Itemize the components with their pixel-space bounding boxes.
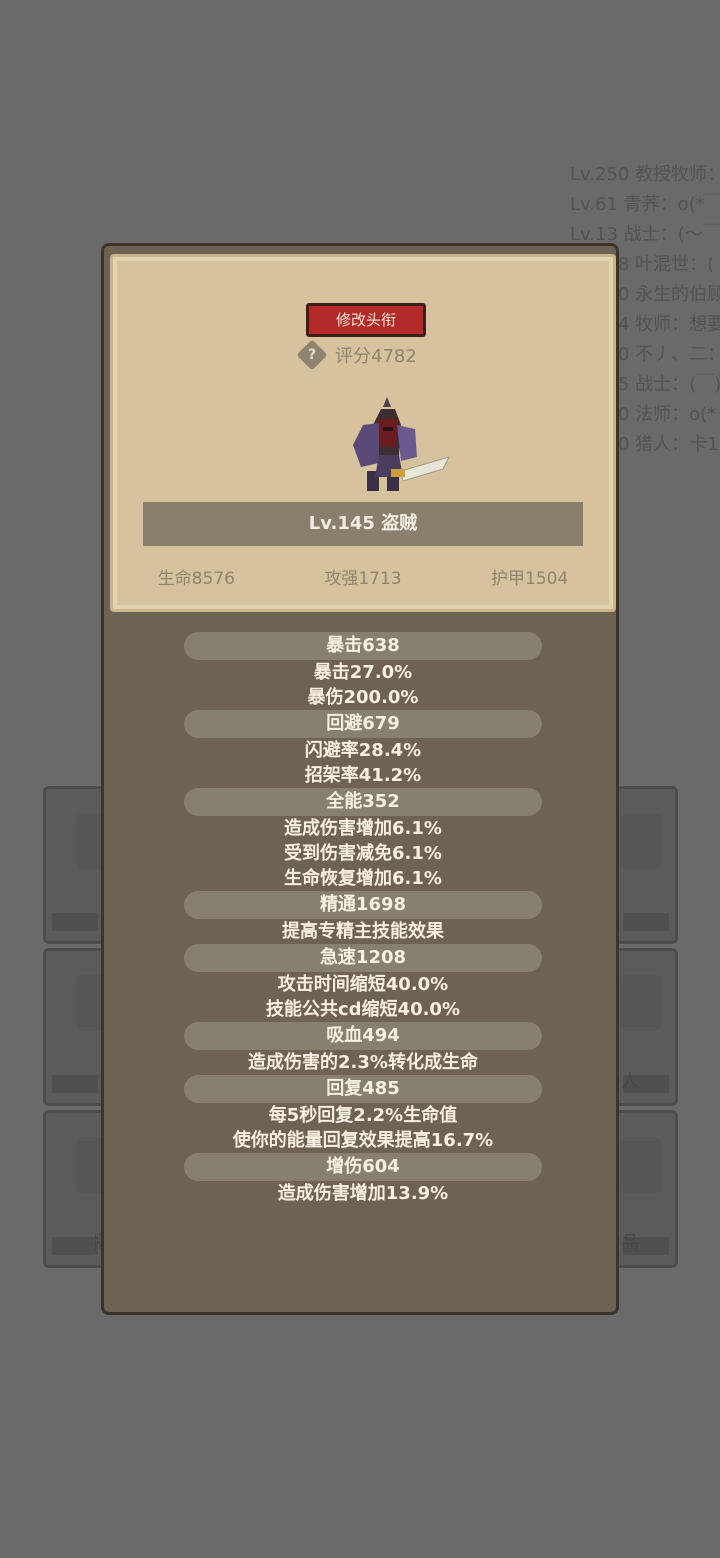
help-icon[interactable]: ? [296,339,328,371]
stat-header-crit: 暴击638 [184,632,542,660]
equip-art [621,813,661,869]
stat-line: 使你的能量回复效果提高16.7% [232,1130,494,1151]
attack-power-stat: 攻强1713 [324,569,402,589]
stat-line: 每5秒回复2.2%生命值 [268,1105,458,1126]
stat-header-versatility: 全能352 [184,788,542,816]
stat-line: 攻击时间缩短40.0% [277,974,449,995]
slot-label: 品 [621,1233,639,1254]
equip-slot: 品 [614,1110,678,1268]
equip-slot: 人 [614,948,678,1106]
equip-slot [43,948,116,1106]
stat-line: 暴伤200.0% [307,687,419,708]
equip-art [621,1137,661,1193]
stat-header-mastery: 精通1698 [184,891,542,919]
character-stats-dialog: 修改头衔 ? 评分4782 Lv.145 盗贼 生命8576 攻强1713 护甲… [101,243,619,1315]
stat-header-damage-bonus: 增伤604 [184,1153,542,1181]
armor-stat: 护甲1504 [491,569,569,589]
hp-stat: 生命8576 [157,569,235,589]
stat-line: 造成伤害的2.3%转化成生命 [248,1052,478,1073]
equip-slot: 掃 [43,1110,116,1268]
stat-line: 招架率41.2% [304,765,422,786]
stat-line: 闪避率28.4% [304,740,422,761]
slot-bar [52,913,98,931]
slot-bar [52,1075,98,1093]
character-card: 修改头衔 ? 评分4782 Lv.145 盗贼 生命8576 攻强1713 护甲… [110,254,616,612]
stat-header-lifesteal: 吸血494 [184,1022,542,1050]
stat-header-haste: 急速1208 [184,944,542,972]
stat-line: 技能公共cd缩短40.0% [265,999,460,1020]
equip-slot [614,786,678,944]
stat-line: 受到伤害减免6.1% [284,843,442,864]
slot-bar [623,913,669,931]
stat-header-regen: 回复485 [184,1075,542,1103]
character-name-banner: Lv.145 盗贼 [143,502,583,546]
score-row: ? 评分4782 [296,339,417,371]
chat-line: Lv.250 教授牧师： [570,164,720,185]
equip-slot [43,786,116,944]
slot-label: 人 [621,1071,639,1092]
stat-line: 暴击27.0% [313,662,413,683]
edit-title-button[interactable]: 修改头衔 [306,303,426,337]
stat-header-avoidance: 回避679 [184,710,542,738]
help-icon-glyph: ? [307,347,317,363]
score-text: 评分4782 [335,346,417,367]
stat-line: 生命恢复增加6.1% [284,868,442,889]
stat-line: 造成伤害增加6.1% [284,818,442,839]
stat-line: 提高专精主技能效果 [282,921,444,942]
equip-art [621,975,661,1031]
secondary-stats-list: 暴击638 暴击27.0% 暴伤200.0% 回避679 闪避率28.4% 招架… [104,632,622,1206]
chat-line: Lv.61 青荞：o(*￣ [570,194,720,215]
rogue-character-portrait [353,397,450,491]
stat-line: 造成伤害增加13.9% [277,1183,449,1204]
base-stats-row: 生命8576 攻强1713 护甲1504 [113,564,613,589]
